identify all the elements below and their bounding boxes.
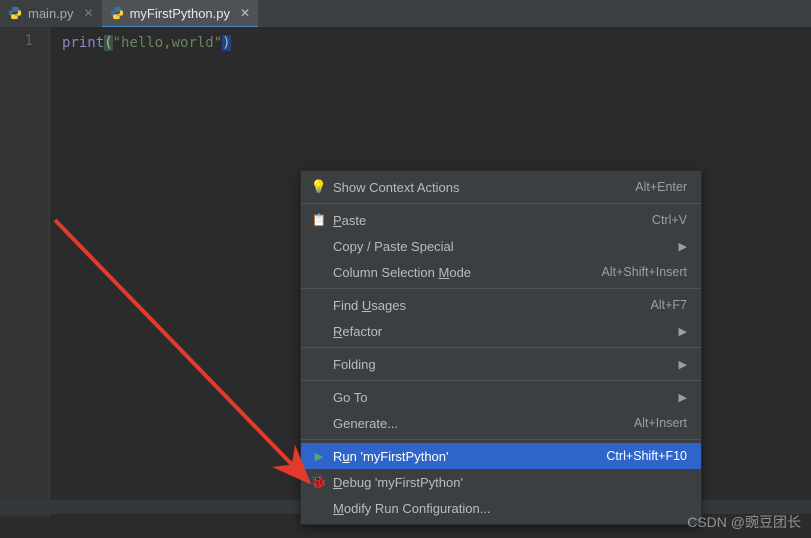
menu-item-icon-slot: 💡 [309,179,329,195]
python-file-icon [110,6,124,20]
menu-item[interactable]: 📋PasteCtrl+V [301,207,701,233]
menu-separator [301,347,701,348]
menu-item-shortcut: Alt+Insert [634,416,687,430]
submenu-arrow-icon: ▶ [669,391,687,404]
menu-item[interactable]: Refactor▶ [301,318,701,344]
menu-item-label: Debug 'myFirstPython' [329,475,687,490]
editor-context-menu: 💡Show Context ActionsAlt+Enter📋PasteCtrl… [300,170,702,525]
run-icon: ▶ [315,450,323,463]
menu-separator [301,439,701,440]
watermark-text: CSDN @豌豆团长 [687,512,801,532]
code-token-paren-close: ) [222,35,230,51]
bug-icon: 🐞 [311,474,327,490]
code-token-string: "hello,world" [113,35,223,51]
menu-item-label: Column Selection Mode [329,265,602,280]
menu-item[interactable]: Modify Run Configuration... [301,495,701,521]
menu-item[interactable]: 🐞Debug 'myFirstPython' [301,469,701,495]
menu-item-shortcut: Ctrl+V [652,213,687,227]
menu-item-shortcut: Alt+F7 [651,298,687,312]
editor-tab-bar: main.py ✕ myFirstPython.py ✕ [0,0,811,27]
menu-item[interactable]: Folding▶ [301,351,701,377]
line-number: 1 [0,33,33,49]
menu-item-icon-slot: ▶ [309,450,329,463]
menu-item-shortcut: Alt+Shift+Insert [602,265,687,279]
menu-item-label: Generate... [329,416,634,431]
menu-separator [301,203,701,204]
menu-item[interactable]: Go To▶ [301,384,701,410]
tab-myfirstpython-py[interactable]: myFirstPython.py ✕ [102,0,258,29]
submenu-arrow-icon: ▶ [669,358,687,371]
code-token-fn: print [62,35,104,51]
tab-label: myFirstPython.py [130,6,230,21]
menu-item-label: Copy / Paste Special [329,239,669,254]
menu-item-shortcut: Ctrl+Shift+F10 [606,449,687,463]
code-token-paren-open: ( [104,35,112,51]
tab-main-py[interactable]: main.py ✕ [0,0,102,26]
menu-item-shortcut: Alt+Enter [635,180,687,194]
menu-separator [301,288,701,289]
menu-item-label: Folding [329,357,669,372]
menu-item[interactable]: Find UsagesAlt+F7 [301,292,701,318]
menu-item-label: Modify Run Configuration... [329,501,687,516]
menu-item-label: Refactor [329,324,669,339]
menu-item-label: Run 'myFirstPython' [329,449,606,464]
menu-item-icon-slot: 🐞 [309,474,329,490]
menu-item-label: Show Context Actions [329,180,635,195]
menu-item[interactable]: Generate...Alt+Insert [301,410,701,436]
clipboard-icon: 📋 [312,213,327,227]
menu-item[interactable]: Copy / Paste Special▶ [301,233,701,259]
submenu-arrow-icon: ▶ [669,325,687,338]
menu-item[interactable]: 💡Show Context ActionsAlt+Enter [301,174,701,200]
menu-item-icon-slot: 📋 [309,213,329,227]
close-icon[interactable]: ✕ [240,6,250,20]
python-file-icon [8,6,22,20]
close-icon[interactable]: ✕ [84,6,94,20]
menu-item-label: Find Usages [329,298,651,313]
menu-item[interactable]: Column Selection ModeAlt+Shift+Insert [301,259,701,285]
menu-item-label: Go To [329,390,669,405]
menu-item[interactable]: ▶ Run 'myFirstPython'Ctrl+Shift+F10 [301,443,701,469]
bulb-icon: 💡 [311,179,327,195]
line-number-gutter: 1 [0,27,50,517]
menu-separator [301,380,701,381]
tab-label: main.py [28,6,74,21]
submenu-arrow-icon: ▶ [669,240,687,253]
menu-item-label: Paste [329,213,652,228]
